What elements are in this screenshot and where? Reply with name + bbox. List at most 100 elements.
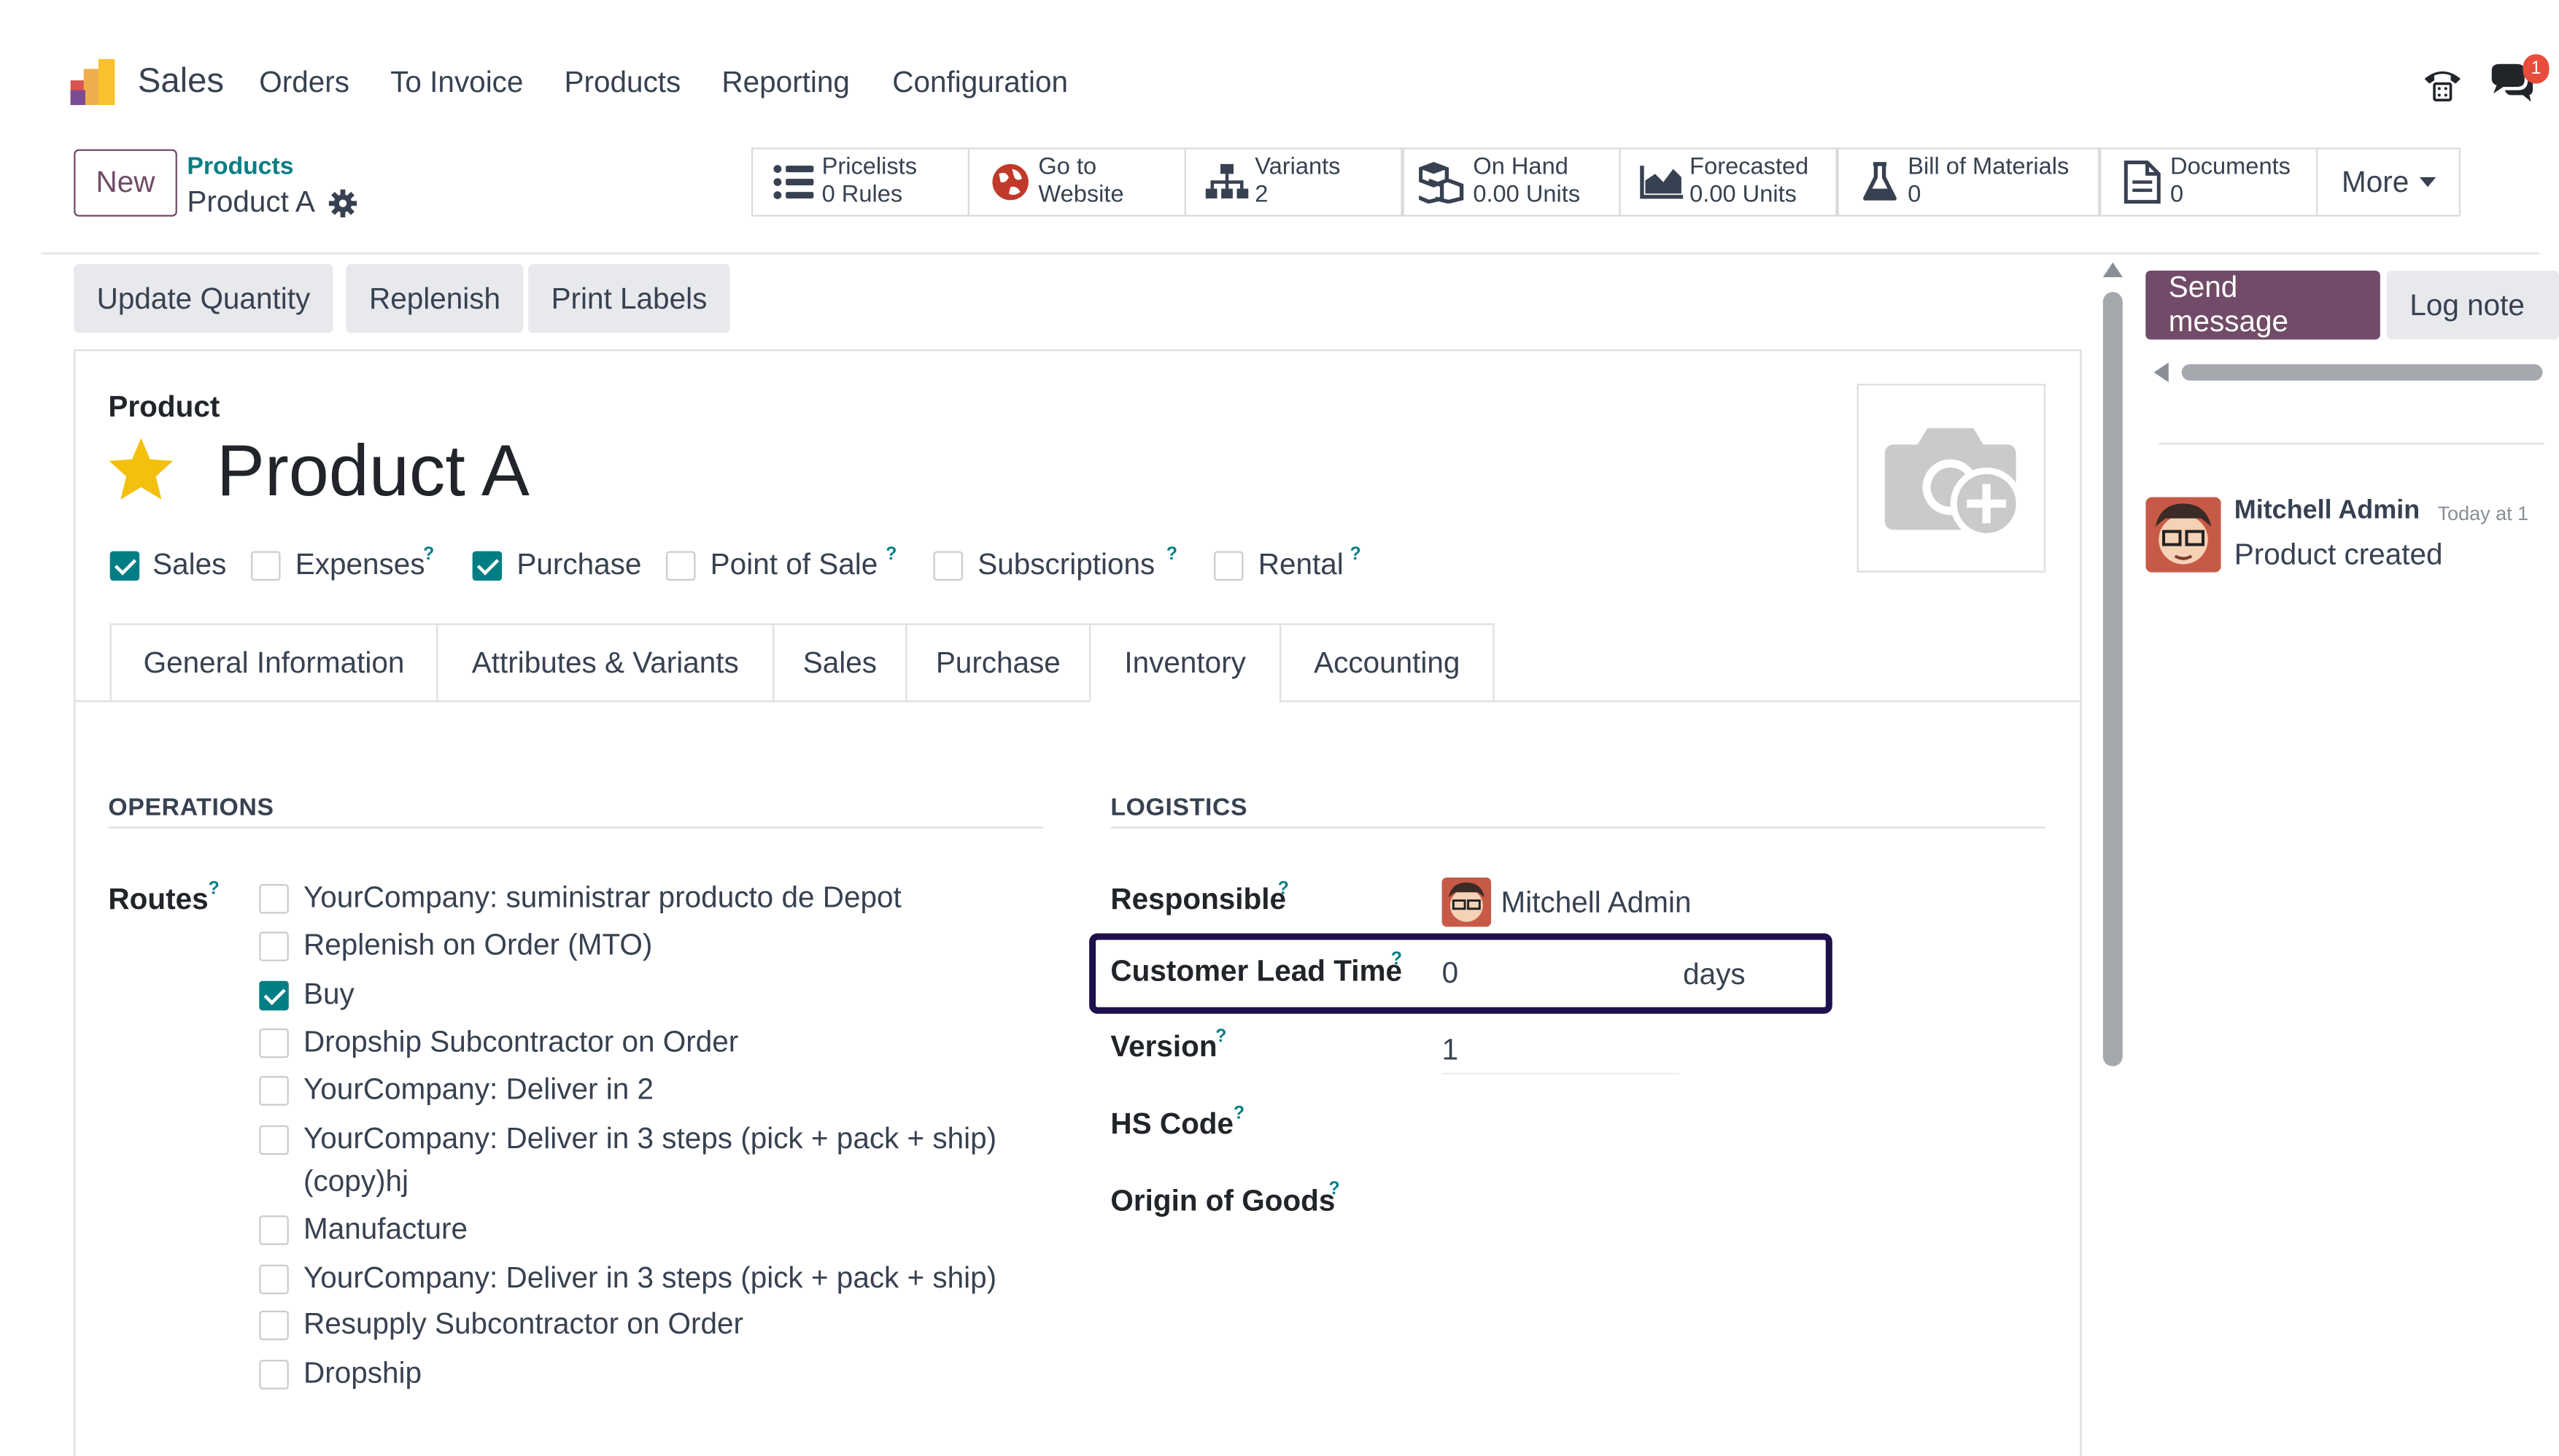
responsible-value[interactable]: Mitchell Admin [1501, 886, 1692, 920]
caret-down-icon [2418, 177, 2436, 187]
route-checkbox[interactable] [259, 884, 289, 914]
rental-checkbox[interactable] [1214, 551, 1244, 581]
smart-button-on-hand[interactable]: On Hand 0.00 Units [1402, 147, 1621, 217]
route-checkbox[interactable] [259, 932, 289, 961]
help-tooltip-icon[interactable]: ? [886, 545, 897, 565]
subscriptions-flag-label: Subscriptions [977, 548, 1155, 581]
help-tooltip-icon[interactable]: ? [1350, 545, 1361, 565]
logistics-divider [1110, 826, 2046, 829]
route-checkbox[interactable] [259, 1215, 289, 1245]
breadcrumb-current: Product A [187, 185, 315, 219]
menu-to-invoice[interactable]: To Invoice [390, 66, 523, 100]
app-logo-icon[interactable] [69, 58, 117, 107]
routes-label: Routes [108, 882, 209, 915]
chat-badge-count: 1 [2531, 58, 2541, 79]
menu-configuration[interactable]: Configuration [892, 66, 1068, 100]
chatter-divider [2159, 443, 2544, 445]
route-checkbox[interactable] [259, 980, 289, 1011]
hs-code-input[interactable] [1442, 1102, 2033, 1148]
route-checkbox[interactable] [259, 1360, 289, 1390]
route-checkbox[interactable] [259, 1310, 289, 1341]
operations-divider [108, 826, 1044, 829]
smart-button-forecasted[interactable]: Forecasted 0.00 Units [1619, 147, 1838, 217]
help-tooltip-icon[interactable]: ? [1215, 1027, 1226, 1047]
camera-add-icon [1878, 418, 2029, 554]
tab-sales[interactable]: Sales [773, 623, 907, 702]
help-tooltip-icon[interactable]: ? [423, 545, 434, 565]
purchase-flag-label: Purchase [516, 548, 642, 581]
route-label: Buy [303, 977, 355, 1011]
route-checkbox[interactable] [259, 1264, 289, 1295]
responsible-label: Responsible [1110, 882, 1287, 915]
smart-button-documents[interactable]: Documents 0 [2099, 147, 2318, 217]
smart-button-variants[interactable]: Variants 2 [1184, 147, 1403, 217]
scroll-up-arrow-icon[interactable] [2102, 262, 2123, 278]
smart-button-pricelists[interactable]: Pricelists 0 Rules [751, 147, 969, 217]
gear-icon[interactable] [328, 189, 357, 218]
app-name[interactable]: Sales [138, 62, 224, 101]
tab-purchase[interactable]: Purchase [905, 623, 1091, 702]
print-labels-button[interactable]: Print Labels [528, 264, 730, 333]
smart-button-bom[interactable]: Bill of Materials 0 [1837, 147, 2100, 217]
help-tooltip-icon[interactable]: ? [209, 879, 220, 899]
point-of-sale-checkbox[interactable] [665, 551, 696, 581]
version-input[interactable]: 1 [1442, 1034, 1459, 1068]
help-tooltip-icon[interactable]: ? [1166, 545, 1177, 565]
tab-general-information[interactable]: General Information [109, 623, 438, 702]
smart-value: 0.00 Units [1689, 182, 1797, 209]
scroll-left-arrow-icon[interactable] [2153, 362, 2169, 382]
sales-checkbox[interactable] [109, 551, 140, 581]
message-author[interactable]: Mitchell Admin [2234, 497, 2420, 526]
send-message-button[interactable]: Send message [2145, 271, 2380, 340]
tab-accounting[interactable]: Accounting [1279, 623, 1495, 702]
version-label: Version [1110, 1030, 1217, 1064]
route-checkbox[interactable] [259, 1028, 289, 1058]
route-checkbox[interactable] [259, 1125, 289, 1155]
tab-inventory[interactable]: Inventory [1089, 623, 1282, 702]
subscriptions-checkbox[interactable] [933, 551, 963, 581]
purchase-checkbox[interactable] [472, 551, 503, 581]
new-button[interactable]: New [74, 149, 177, 217]
replenish-button[interactable]: Replenish [346, 264, 524, 333]
area-chart-icon [1634, 164, 1689, 200]
more-button[interactable]: More [2316, 147, 2461, 217]
product-type-label: Product [108, 390, 220, 424]
help-tooltip-icon[interactable]: ? [1278, 879, 1289, 899]
star-icon[interactable] [107, 436, 175, 502]
smart-label: Documents [2170, 154, 2291, 181]
message-timestamp: Today at 1 [2437, 502, 2529, 525]
product-name[interactable]: Product A [217, 431, 530, 513]
horizontal-scrollbar-thumb[interactable] [2181, 364, 2543, 381]
phone-icon[interactable] [2421, 66, 2463, 105]
smart-label: Variants [1255, 154, 1341, 181]
vertical-scrollbar-thumb[interactable] [2102, 292, 2123, 1066]
customer-lead-time-input[interactable]: 0 [1442, 956, 1459, 991]
product-image-placeholder[interactable] [1857, 384, 2046, 573]
route-checkbox[interactable] [259, 1076, 289, 1106]
menu-reporting[interactable]: Reporting [721, 66, 850, 100]
smart-button-website[interactable]: Go to Website [967, 147, 1186, 217]
smart-value: 0.00 Units [1473, 182, 1581, 209]
menu-products[interactable]: Products [565, 66, 681, 100]
help-tooltip-icon[interactable]: ? [1234, 1104, 1244, 1123]
smart-value: 0 Rules [821, 182, 903, 209]
operations-section-title: OPERATIONS [108, 794, 274, 822]
origin-of-goods-input[interactable] [1442, 1178, 2033, 1224]
tab-attributes-variants[interactable]: Attributes & Variants [436, 623, 775, 702]
smart-value: 2 [1255, 182, 1269, 209]
help-tooltip-icon[interactable]: ? [1328, 1180, 1339, 1199]
more-label: More [2341, 164, 2409, 198]
avatar [1441, 878, 1492, 927]
menu-orders[interactable]: Orders [259, 66, 349, 100]
log-note-button[interactable]: Log note [2386, 271, 2559, 340]
origin-of-goods-label: Origin of Goods [1110, 1184, 1336, 1217]
expenses-checkbox[interactable] [251, 551, 281, 581]
customer-lead-time-label: Customer Lead Time [1110, 954, 1403, 988]
breadcrumb-products[interactable]: Products [187, 152, 293, 180]
odoo-product-form: Sales Orders To Invoice Products Reporti… [0, 0, 2559, 1456]
help-tooltip-icon[interactable]: ? [1391, 950, 1402, 969]
document-icon [2115, 159, 2170, 205]
update-quantity-button[interactable]: Update Quantity [74, 264, 333, 333]
list-icon [766, 164, 821, 200]
smart-value: 0 [1908, 182, 1921, 209]
